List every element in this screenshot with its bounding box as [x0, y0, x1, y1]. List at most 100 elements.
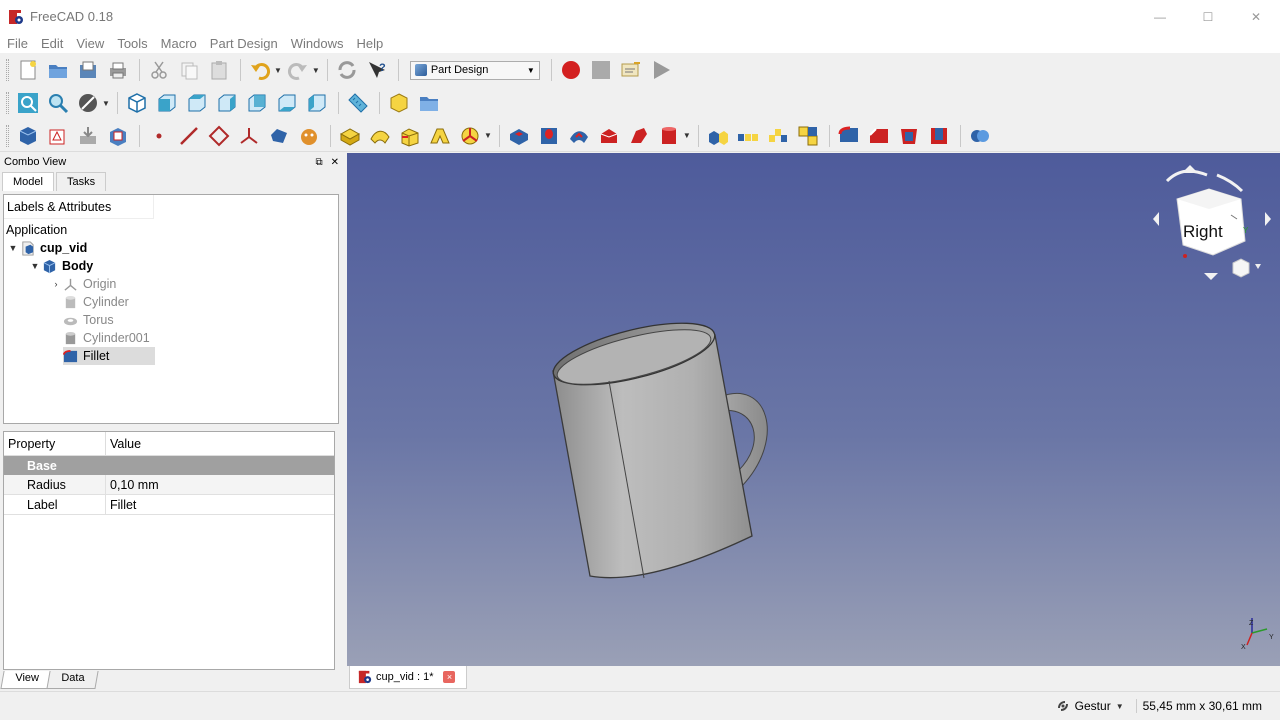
- map-sketch-button[interactable]: [104, 123, 132, 149]
- create-body-button[interactable]: [14, 123, 42, 149]
- navigation-cube[interactable]: Right Y: [1153, 165, 1271, 280]
- 3d-viewport[interactable]: Right Y Z Y X: [347, 153, 1280, 666]
- macro-run-button[interactable]: [647, 57, 675, 83]
- tab-data[interactable]: Data: [46, 671, 99, 689]
- undo-dropdown-icon[interactable]: ▼: [274, 66, 282, 75]
- view-right-button[interactable]: [213, 90, 241, 116]
- maximize-button[interactable]: ☐: [1184, 0, 1232, 33]
- whats-this-button[interactable]: ?: [363, 57, 391, 83]
- polar-pattern-button[interactable]: [764, 123, 792, 149]
- measure-distance-button[interactable]: [344, 90, 372, 116]
- view-front-button[interactable]: [153, 90, 181, 116]
- navcube-mini-cube-icon[interactable]: [1232, 258, 1250, 278]
- menu-macro[interactable]: Macro: [154, 36, 203, 51]
- menu-windows[interactable]: Windows: [284, 36, 350, 51]
- additive-primitive-button[interactable]: [456, 123, 484, 149]
- rotate-down-arrow-icon[interactable]: [1204, 273, 1218, 280]
- property-row-radius[interactable]: Radius 0,10 mm: [4, 475, 334, 495]
- paste-button[interactable]: [205, 57, 233, 83]
- redo-button[interactable]: [284, 57, 312, 83]
- macro-edit-button[interactable]: [617, 57, 645, 83]
- document-tab[interactable]: cup_vid : 1* ×: [349, 666, 467, 689]
- rotate-right-arrow-icon[interactable]: [1265, 212, 1271, 226]
- expanded-arrow-icon[interactable]: ▼: [6, 243, 20, 253]
- view-rear-button[interactable]: [243, 90, 271, 116]
- tree-item-body[interactable]: ▼ Body: [28, 257, 94, 275]
- menu-view[interactable]: View: [69, 36, 110, 51]
- linear-pattern-button[interactable]: [734, 123, 762, 149]
- property-row-label[interactable]: Label Fillet: [4, 495, 334, 515]
- navigation-style-button[interactable]: Gestur ▼: [1055, 698, 1126, 714]
- additive-loft-button[interactable]: [396, 123, 424, 149]
- chamfer-button[interactable]: [865, 123, 893, 149]
- view-bottom-button[interactable]: [273, 90, 301, 116]
- new-document-button[interactable]: [14, 57, 42, 83]
- hole-button[interactable]: [535, 123, 563, 149]
- create-group-button[interactable]: [415, 90, 443, 116]
- view-left-button[interactable]: [303, 90, 331, 116]
- menu-edit[interactable]: Edit: [34, 36, 69, 51]
- toolbar-grip[interactable]: [6, 124, 9, 147]
- redo-dropdown-icon[interactable]: ▼: [312, 66, 320, 75]
- save-button[interactable]: [74, 57, 102, 83]
- pocket-button[interactable]: [505, 123, 533, 149]
- clone-button[interactable]: [295, 123, 323, 149]
- minimize-button[interactable]: —: [1136, 0, 1184, 33]
- close-panel-icon[interactable]: ✕: [331, 157, 339, 168]
- copy-button[interactable]: [175, 57, 203, 83]
- macro-stop-button[interactable]: [587, 57, 615, 83]
- close-button[interactable]: ✕: [1232, 0, 1280, 33]
- multi-transform-button[interactable]: [794, 123, 822, 149]
- thickness-button[interactable]: [925, 123, 953, 149]
- datum-plane-button[interactable]: [205, 123, 233, 149]
- fit-selection-button[interactable]: [44, 90, 72, 116]
- create-sketch-button[interactable]: [44, 123, 72, 149]
- toolbar-grip[interactable]: [6, 92, 9, 114]
- draft-button[interactable]: [895, 123, 923, 149]
- subtractive-loft-button[interactable]: [595, 123, 623, 149]
- rotate-arc-icon[interactable]: [1216, 173, 1244, 193]
- view-top-button[interactable]: [183, 90, 211, 116]
- tab-model[interactable]: Model: [2, 172, 54, 191]
- tab-tasks[interactable]: Tasks: [55, 172, 107, 191]
- subtractive-primitive-button[interactable]: [655, 123, 683, 149]
- tree-item-document[interactable]: ▼ cup_vid: [6, 239, 87, 257]
- subtractive-primitive-dropdown-icon[interactable]: ▼: [683, 131, 691, 140]
- toolbar-grip[interactable]: [6, 59, 9, 81]
- tree-item-application[interactable]: Application: [6, 221, 67, 239]
- tree-item-torus[interactable]: Torus: [63, 311, 114, 329]
- tree-item-fillet[interactable]: Fillet: [63, 347, 155, 365]
- pad-button[interactable]: [336, 123, 364, 149]
- macro-record-button[interactable]: [557, 57, 585, 83]
- fillet-button[interactable]: [835, 123, 863, 149]
- property-group-base[interactable]: Base: [4, 456, 334, 475]
- revolution-button[interactable]: [366, 123, 394, 149]
- workbench-selector[interactable]: Part Design ▼: [409, 60, 540, 80]
- mirrored-button[interactable]: [704, 123, 732, 149]
- tree-item-origin[interactable]: › Origin: [49, 275, 117, 293]
- open-button[interactable]: [44, 57, 72, 83]
- datum-line-button[interactable]: [175, 123, 203, 149]
- additive-primitive-dropdown-icon[interactable]: ▼: [484, 131, 492, 140]
- create-part-button[interactable]: [385, 90, 413, 116]
- rotate-left-arrow-icon[interactable]: [1153, 212, 1159, 226]
- collapsed-arrow-icon[interactable]: ›: [49, 279, 63, 289]
- menu-help[interactable]: Help: [349, 36, 389, 51]
- undo-button[interactable]: [246, 57, 274, 83]
- groove-button[interactable]: [565, 123, 593, 149]
- view-isometric-button[interactable]: [123, 90, 151, 116]
- datum-point-button[interactable]: [145, 123, 173, 149]
- fit-all-button[interactable]: [14, 90, 42, 116]
- tree-item-cylinder[interactable]: Cylinder: [63, 293, 129, 311]
- local-cs-button[interactable]: [235, 123, 263, 149]
- shape-binder-button[interactable]: [265, 123, 293, 149]
- menu-tools[interactable]: Tools: [110, 36, 153, 51]
- refresh-button[interactable]: [333, 57, 361, 83]
- float-panel-icon[interactable]: ⧉: [315, 157, 322, 168]
- expanded-arrow-icon[interactable]: ▼: [28, 261, 42, 271]
- tab-view[interactable]: View: [0, 671, 54, 689]
- cut-button[interactable]: [145, 57, 173, 83]
- draw-style-button[interactable]: [74, 90, 102, 116]
- navcube-menu-icon[interactable]: [1255, 264, 1261, 269]
- menu-part-design[interactable]: Part Design: [203, 36, 284, 51]
